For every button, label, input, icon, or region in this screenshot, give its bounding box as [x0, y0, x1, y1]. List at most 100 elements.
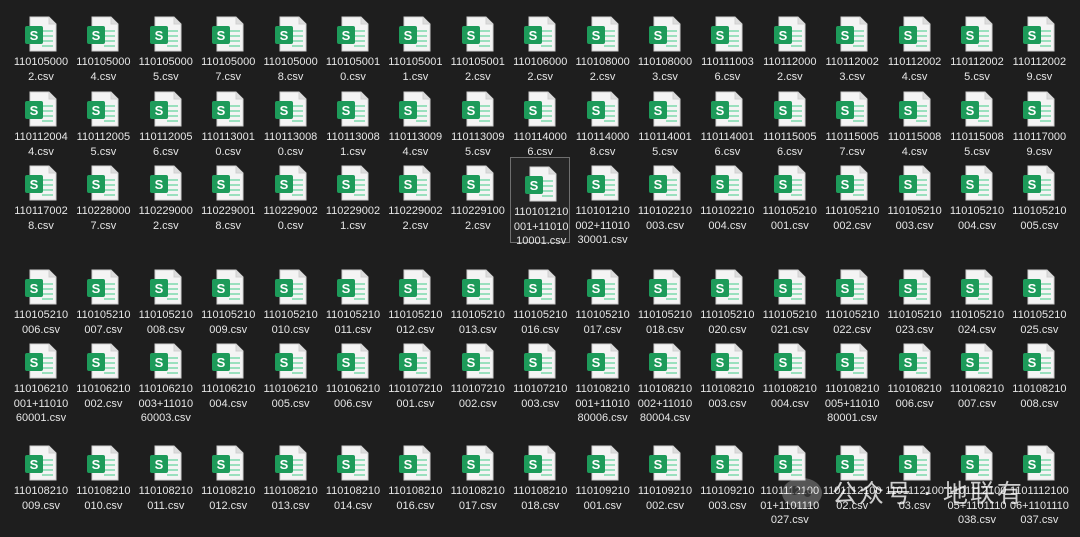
file-item[interactable]: S 1101120024.csv — [885, 8, 945, 94]
file-item[interactable]: S 110108210014.csv — [323, 437, 383, 523]
file-item[interactable]: S 1101050004.csv — [73, 8, 133, 94]
file-name: 1101050010.csv — [325, 56, 381, 83]
csv-spreadsheet-file-icon: S — [274, 343, 307, 379]
file-item[interactable]: S 110108210010.csv — [73, 437, 133, 523]
file-item[interactable]: S 110108210016.csv — [385, 437, 445, 523]
file-item[interactable]: S 1101050005.csv — [136, 8, 196, 94]
csv-spreadsheet-file-icon: S — [898, 91, 931, 127]
file-item[interactable]: S 1102290022.csv — [385, 157, 445, 243]
csv-spreadsheet-file-icon: S — [461, 445, 494, 481]
file-item[interactable]: S 1101080002.csv — [573, 8, 633, 94]
file-item[interactable]: S 110105210003.csv — [885, 157, 945, 243]
csv-spreadsheet-file-icon: S — [274, 269, 307, 305]
file-item[interactable]: S 1102290020.csv — [261, 157, 321, 243]
file-item[interactable]: S 110101210002+1101030001.csv — [573, 157, 633, 246]
file-item[interactable]: S 110108210009.csv — [11, 437, 71, 523]
file-item[interactable]: S 110106210004.csv — [198, 335, 258, 421]
file-item[interactable]: S 110108210003.csv — [697, 335, 757, 421]
file-item[interactable]: S 1101080003.csv — [635, 8, 695, 94]
file-item[interactable]: S 110108210001+1101080006.csv — [573, 335, 633, 424]
csv-spreadsheet-file-icon: S — [961, 445, 993, 481]
svg-text:S: S — [966, 281, 975, 296]
file-item[interactable]: S 110107210003.csv — [510, 335, 570, 421]
file-name: 1102290018.csv — [201, 205, 256, 232]
file-item[interactable]: S 1101120023.csv — [822, 8, 882, 94]
file-item[interactable]: S 110111210003.csv — [885, 437, 945, 523]
csv-spreadsheet-file-icon: S — [337, 269, 369, 305]
file-item[interactable]: S 1101120029.csv — [1009, 8, 1069, 94]
file-name: 110111210002.csv — [822, 485, 882, 512]
file-item[interactable]: S 110111210001+1101110027.csv — [760, 437, 820, 526]
file-item[interactable]: S 110105210001.csv — [760, 157, 820, 243]
file-item[interactable]: S 110108210011.csv — [136, 437, 196, 523]
file-item[interactable]: S 110106210002.csv — [73, 335, 133, 421]
svg-text:S: S — [654, 355, 663, 370]
file-item[interactable]: S 110108210004.csv — [760, 335, 820, 421]
file-item[interactable]: S 1101060002.csv — [510, 8, 570, 94]
file-item[interactable]: S 110105210004.csv — [947, 157, 1007, 243]
file-item[interactable]: S 110111210005+1101110038.csv — [947, 437, 1007, 526]
file-item[interactable]: S 110105210005.csv — [1009, 157, 1069, 243]
file-item[interactable]: S 110108210002+1101080004.csv — [635, 335, 695, 424]
svg-text:S: S — [404, 103, 413, 118]
file-item[interactable]: S 1102280007.csv — [73, 157, 133, 243]
svg-text:S: S — [30, 177, 39, 192]
file-item[interactable]: S 1101050008.csv — [261, 8, 321, 94]
csv-spreadsheet-file-icon: S — [274, 165, 307, 201]
file-item[interactable]: S 1102290018.csv — [198, 157, 258, 243]
file-name: 1101060002.csv — [513, 56, 568, 83]
file-item[interactable]: S 110107210001.csv — [385, 335, 445, 421]
file-name: 110102210004.csv — [700, 205, 755, 232]
file-item[interactable]: S 1101050012.csv — [448, 8, 508, 94]
file-item[interactable]: S 110107210002.csv — [448, 335, 508, 421]
file-item[interactable]: S 1101120002.csv — [760, 8, 820, 94]
file-item[interactable]: S 1102290002.csv — [136, 157, 196, 243]
file-name: 110108210002+1101080004.csv — [637, 383, 693, 424]
file-item[interactable]: S 110106210001+1101060001.csv — [11, 335, 71, 424]
file-item[interactable]: S 110101210001+1101010001.csv — [510, 157, 571, 247]
file-item[interactable]: S 110108210007.csv — [947, 335, 1007, 421]
file-item[interactable]: S 1101110036.csv — [697, 8, 757, 94]
file-item[interactable]: S 110106210005.csv — [261, 335, 321, 421]
file-item[interactable]: S 110108210018.csv — [510, 437, 570, 523]
file-item[interactable]: S 110106210006.csv — [323, 335, 383, 421]
file-item[interactable]: S 1101120025.csv — [947, 8, 1007, 94]
csv-spreadsheet-file-icon: S — [524, 91, 556, 127]
file-item[interactable]: S 1102291002.csv — [448, 157, 508, 243]
file-item[interactable]: S 1102290021.csv — [323, 157, 383, 243]
svg-text:S: S — [841, 103, 850, 118]
file-item[interactable]: S 1101050007.csv — [198, 8, 258, 94]
file-item[interactable]: S 110108210012.csv — [198, 437, 258, 523]
file-item[interactable]: S 110102210003.csv — [635, 157, 695, 243]
file-item[interactable]: S 110108210017.csv — [448, 437, 508, 523]
csv-spreadsheet-file-icon: S — [524, 269, 556, 305]
file-item[interactable]: S 110111210006+1101110037.csv — [1009, 437, 1069, 526]
file-item[interactable]: S 110109210002.csv — [635, 437, 695, 523]
file-item[interactable]: S 110108210013.csv — [261, 437, 321, 523]
file-item[interactable]: S 110108210006.csv — [885, 335, 945, 421]
svg-text:S: S — [404, 355, 413, 370]
csv-spreadsheet-file-icon: S — [399, 165, 431, 201]
file-item[interactable]: S 1101050002.csv — [11, 8, 71, 94]
file-item[interactable]: S 110109210001.csv — [573, 437, 633, 523]
svg-text:S: S — [529, 103, 538, 118]
file-item[interactable]: S 110108210008.csv — [1009, 335, 1069, 421]
file-item[interactable]: S 1101170028.csv — [11, 157, 71, 243]
file-item[interactable]: S 110111210002.csv — [822, 437, 882, 523]
file-item[interactable]: S 110109210003.csv — [697, 437, 757, 523]
csv-spreadsheet-file-icon: S — [87, 343, 119, 379]
svg-text:S: S — [342, 103, 351, 118]
svg-text:S: S — [591, 103, 600, 118]
svg-text:S: S — [154, 457, 163, 472]
svg-text:S: S — [716, 28, 725, 43]
svg-text:S: S — [716, 355, 725, 370]
file-item[interactable]: S 1101050011.csv — [385, 8, 445, 94]
file-item[interactable]: S 110102210004.csv — [697, 157, 757, 243]
file-item[interactable]: S 1101050010.csv — [323, 8, 383, 94]
file-item[interactable]: S 110108210005+1101080001.csv — [822, 335, 882, 424]
file-item[interactable]: S 110106210003+1101060003.csv — [136, 335, 196, 424]
svg-text:S: S — [903, 28, 912, 43]
file-item[interactable]: S 110105210002.csv — [822, 157, 882, 243]
file-name: 110106210004.csv — [201, 383, 256, 410]
file-name: 1101140015.csv — [638, 131, 692, 158]
